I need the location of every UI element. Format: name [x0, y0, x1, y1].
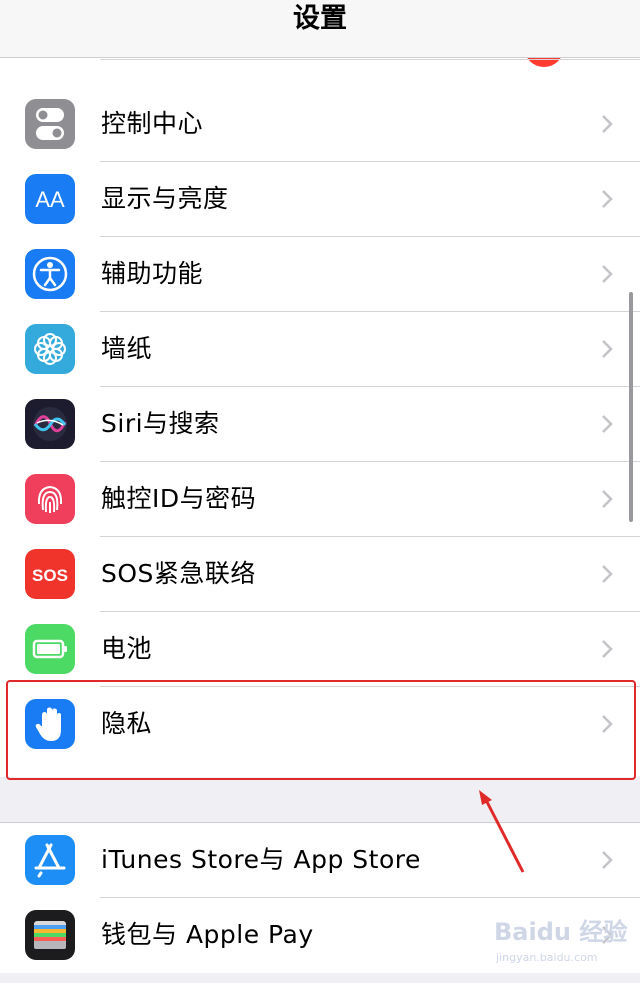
settings-row-label: 墙纸 — [101, 334, 153, 363]
watermark-url: jingyan.baidu.com — [496, 951, 598, 964]
chevron-right-icon — [602, 340, 613, 358]
sos-icon-text: SOS — [32, 566, 68, 585]
watermark-brand: Baidu 经验 — [494, 918, 628, 946]
settings-row-label: 显示与亮度 — [101, 184, 229, 213]
settings-group-main: 通用 控制中心 AA 显示与亮度 — [0, 0, 640, 777]
nav-bar: 设置 — [0, 0, 640, 58]
settings-row-touch-id[interactable]: 触控ID与密码 — [0, 462, 640, 537]
settings-row-sos[interactable]: SOS SOS紧急联络 — [0, 537, 640, 612]
settings-row-label: 触控ID与密码 — [101, 484, 257, 513]
settings-row-label: 控制中心 — [101, 109, 204, 138]
settings-row-label: SOS紧急联络 — [101, 559, 256, 588]
chevron-right-icon — [602, 851, 613, 869]
settings-row-battery[interactable]: 电池 — [0, 612, 640, 687]
wallet-icon — [25, 910, 75, 960]
chevron-right-icon — [602, 490, 613, 508]
settings-row-display[interactable]: AA 显示与亮度 — [0, 162, 640, 237]
row-divider — [100, 59, 640, 60]
page-title: 设置 — [293, 3, 347, 34]
chevron-right-icon — [602, 265, 613, 283]
sos-icon: SOS — [25, 549, 75, 599]
chevron-right-icon — [602, 640, 613, 658]
chevron-right-icon — [602, 190, 613, 208]
wallpaper-flower-icon — [25, 324, 75, 374]
settings-row-label: iTunes Store与 App Store — [101, 845, 421, 874]
settings-row-label: 钱包与 Apple Pay — [101, 920, 314, 949]
watermark: Baidu 经验 jingyan.baidu.com — [486, 906, 636, 976]
settings-row-wallpaper[interactable]: 墙纸 — [0, 312, 640, 387]
fingerprint-icon — [25, 474, 75, 524]
siri-icon — [25, 399, 75, 449]
settings-row-label: 辅助功能 — [101, 259, 204, 288]
chevron-right-icon — [602, 115, 613, 133]
battery-icon — [25, 624, 75, 674]
highlight-box — [6, 680, 636, 780]
settings-row-label: Siri与搜索 — [101, 409, 220, 438]
chevron-right-icon — [602, 565, 613, 583]
settings-row-accessibility[interactable]: 辅助功能 — [0, 237, 640, 312]
app-store-icon — [25, 835, 75, 885]
annotation-arrow — [479, 790, 525, 873]
display-brightness-icon: AA — [25, 174, 75, 224]
settings-row-label: 电池 — [101, 634, 153, 663]
chevron-right-icon — [602, 415, 613, 433]
settings-row-control-center[interactable]: 控制中心 — [0, 87, 640, 162]
scrollbar[interactable] — [629, 292, 633, 522]
control-center-icon — [25, 99, 75, 149]
display-icon-text: AA — [35, 187, 65, 212]
settings-row-app-store[interactable]: iTunes Store与 App Store — [0, 823, 640, 898]
accessibility-icon — [25, 249, 75, 299]
settings-row-siri[interactable]: Siri与搜索 — [0, 387, 640, 462]
